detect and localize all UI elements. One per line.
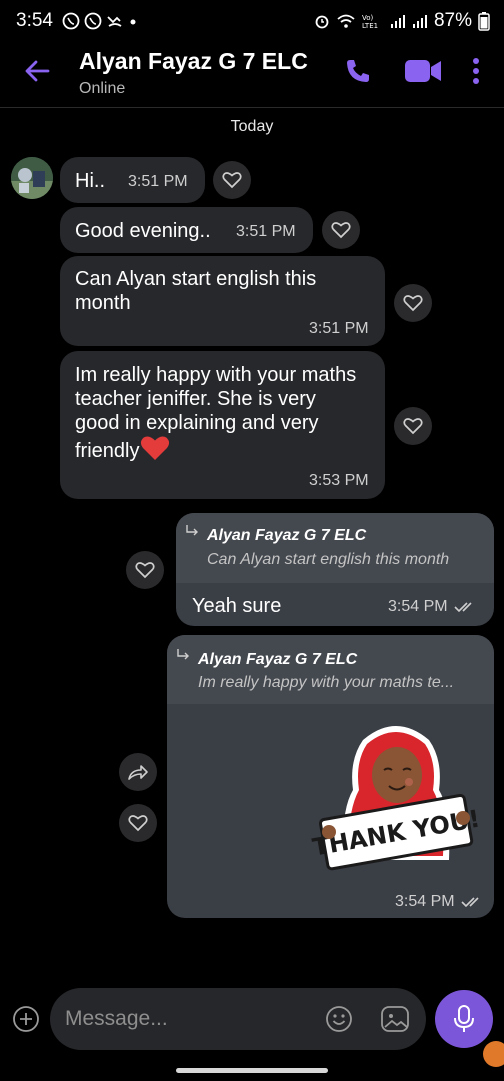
message-text: Hi.. [75,170,105,192]
red-heart-emoji [141,436,170,460]
lte-icon: Vo)LTE1 [362,14,378,29]
thank-you-sticker[interactable]: THANK YOU! [311,720,481,885]
reply-sender: Alyan Fayaz G 7 ELC [207,527,367,544]
message-text: teacher jeniffer. She is very [75,388,316,410]
reply-quote[interactable]: Alyan Fayaz G 7 ELC Im really happy with… [167,635,494,704]
incoming-message[interactable]: Im really happy with your maths teacher … [60,351,385,499]
signal-icon [412,15,427,28]
message-time: 3:54 PM [388,598,448,615]
like-button[interactable] [394,284,432,322]
message-input[interactable] [65,1004,315,1034]
incoming-message[interactable]: Can Alyan start english this month 3:51 … [60,256,385,346]
mic-icon [454,1005,474,1032]
home-gesture-bar[interactable] [176,1068,328,1073]
message-last-line: friendly [75,436,170,463]
missed-call-icon [107,16,122,27]
message-text: good in explaining and very [75,412,319,434]
viber-notification-icon [62,12,80,30]
wifi-icon [337,14,355,28]
reply-sender: Alyan Fayaz G 7 ELC [198,651,358,668]
chat-header: Alyan Fayaz G 7 ELC Online [0,42,504,108]
svg-text:LTE1: LTE1 [362,22,378,29]
outgoing-message[interactable]: Alyan Fayaz G 7 ELC Can Alyan start engl… [176,513,494,626]
message-text: Good evening.. [75,220,211,242]
message-time: 3:53 PM [309,472,369,489]
video-icon[interactable] [404,58,442,84]
double-check-icon [461,897,479,908]
message-time: 3:51 PM [309,320,369,337]
reply-arrow-icon [186,525,198,536]
message-time: 3:51 PM [236,223,296,240]
heart-icon [128,815,148,832]
heart-icon [403,295,423,312]
reply-text: Can Alyan start english this month [207,551,450,568]
plus-icon[interactable] [12,1005,40,1033]
heart-icon [331,222,351,239]
message-text: Can Alyan start english this [75,268,317,290]
outgoing-sticker-message[interactable]: Alyan Fayaz G 7 ELC Im really happy with… [167,635,494,918]
date-separator: Today [230,118,274,135]
message-text: Yeah sure [192,595,282,617]
alarm-icon [315,15,329,29]
like-button[interactable] [126,551,164,589]
reply-text: Im really happy with your maths te... [198,674,455,691]
like-button[interactable] [119,804,157,842]
message-text: friendly [75,440,140,462]
message-time: 3:51 PM [128,173,188,190]
sticker-icon[interactable] [380,1005,410,1033]
contact-avatar[interactable] [11,157,53,199]
voice-record-button[interactable] [435,990,493,1048]
status-bar: 3:54 Vo) LTE1 87% [0,0,504,42]
message-time: 3:54 PM [395,893,455,910]
battery-icon [478,12,490,31]
reply-quote[interactable]: Alyan Fayaz G 7 ELC Can Alyan start engl… [176,513,494,583]
incoming-message[interactable]: Hi.. 3:51 PM [60,157,205,203]
contact-status: Online [79,80,126,97]
battery-percent: 87% [433,10,472,31]
reply-arrow-icon [177,649,189,660]
message-composer [50,988,426,1050]
heart-icon [135,562,155,579]
heart-icon [222,172,242,189]
message-text: month [75,292,131,314]
share-button[interactable] [119,753,157,791]
status-time: 3:54 [16,10,53,31]
double-check-icon [454,602,472,613]
like-button[interactable] [394,407,432,445]
dot-icon [130,19,136,25]
svg-text:Vo): Vo) [362,14,374,22]
notification-icons [62,12,138,30]
emoji-icon[interactable] [325,1005,353,1033]
share-icon [128,765,148,780]
incoming-message[interactable]: Good evening.. 3:51 PM [60,207,313,253]
viber-notification-icon [84,12,102,30]
status-right: Vo) LTE1 87% [314,10,490,32]
heart-icon [403,418,423,435]
signal-icon [390,15,405,28]
message-text: Im really happy with your maths [75,364,357,386]
like-button[interactable] [322,211,360,249]
contact-name[interactable]: Alyan Fayaz G 7 ELC [79,48,308,75]
floating-badge[interactable] [483,1041,504,1067]
like-button[interactable] [213,161,251,199]
back-arrow-icon[interactable] [22,56,52,86]
more-vert-icon[interactable] [466,56,486,86]
phone-icon[interactable] [344,57,372,85]
